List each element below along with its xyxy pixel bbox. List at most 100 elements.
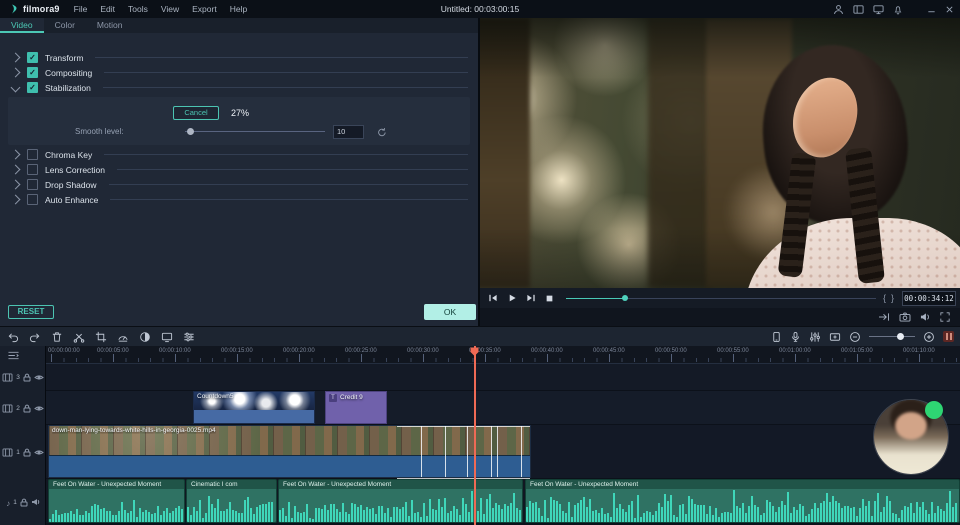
fit-timeline-button[interactable] bbox=[943, 331, 954, 342]
play-button[interactable] bbox=[507, 293, 517, 303]
next-frame-button[interactable] bbox=[526, 293, 536, 303]
chevron-right-icon[interactable] bbox=[11, 53, 21, 63]
smooth-level-value[interactable]: 10 bbox=[333, 125, 364, 139]
visibility-icon[interactable] bbox=[34, 374, 44, 381]
tab-video[interactable]: Video bbox=[0, 18, 44, 33]
lock-icon[interactable] bbox=[23, 373, 31, 382]
divider-line bbox=[109, 184, 468, 185]
tracks-area[interactable]: Countdown5 T Credit 9 down-man-lying-tow… bbox=[46, 364, 960, 525]
effect-row-lens-correction[interactable]: Lens Correction bbox=[0, 162, 478, 177]
lock-icon[interactable] bbox=[20, 498, 28, 507]
add-marker-icon[interactable] bbox=[829, 331, 841, 343]
timeline-zoom-slider[interactable] bbox=[869, 332, 915, 341]
menu-export[interactable]: Export bbox=[192, 4, 217, 14]
chevron-right-icon[interactable] bbox=[11, 165, 21, 175]
timeline-ruler[interactable]: 00:00:00:0000:00:05:0000:00:10:0000:00:1… bbox=[46, 346, 960, 364]
delete-icon[interactable] bbox=[51, 331, 63, 343]
clip-audio-4[interactable]: Feet On Water - Unexpected Moment bbox=[525, 479, 960, 523]
color-icon[interactable] bbox=[139, 331, 151, 343]
reset-value-icon[interactable] bbox=[377, 127, 387, 137]
effect-row-auto-enhance[interactable]: Auto Enhance bbox=[0, 192, 478, 207]
speed-icon[interactable] bbox=[117, 331, 129, 343]
mixer-icon[interactable] bbox=[809, 331, 821, 343]
mute-icon[interactable] bbox=[31, 498, 40, 506]
smooth-level-slider[interactable] bbox=[185, 127, 325, 136]
close-icon[interactable] bbox=[945, 5, 954, 14]
effect-checkbox[interactable] bbox=[27, 194, 38, 205]
timeline: 321♪1 00:00:00:0000:00:05:0000:00:10:000… bbox=[0, 346, 960, 525]
slider-handle[interactable] bbox=[187, 128, 194, 135]
tab-motion[interactable]: Motion bbox=[86, 18, 134, 33]
zoom-out-icon[interactable] bbox=[849, 331, 861, 343]
visibility-icon[interactable] bbox=[34, 449, 44, 456]
chevron-right-icon[interactable] bbox=[11, 180, 21, 190]
bell-icon[interactable] bbox=[893, 4, 903, 15]
lock-icon[interactable] bbox=[23, 448, 31, 457]
effect-row-drop-shadow[interactable]: Drop Shadow bbox=[0, 177, 478, 192]
chevron-right-icon[interactable] bbox=[11, 68, 21, 78]
volume-icon[interactable] bbox=[920, 312, 931, 322]
edit-properties-icon[interactable] bbox=[183, 331, 195, 343]
mark-in-icon[interactable]: { bbox=[883, 293, 886, 303]
visibility-icon[interactable] bbox=[34, 405, 44, 412]
cancel-button[interactable]: Cancel bbox=[173, 106, 219, 120]
stop-button[interactable] bbox=[545, 294, 554, 303]
mic-icon[interactable] bbox=[790, 331, 801, 343]
titlebar: filmora9 FileEditToolsViewExportHelp Unt… bbox=[0, 0, 960, 18]
menu-file[interactable]: File bbox=[74, 4, 88, 14]
mark-out-icon[interactable]: } bbox=[891, 293, 894, 303]
track-lane-video2[interactable] bbox=[46, 391, 960, 424]
ok-button[interactable]: OK bbox=[424, 304, 476, 320]
progress-knob[interactable] bbox=[622, 295, 628, 301]
account-icon[interactable] bbox=[833, 4, 844, 15]
clip-audio-2[interactable]: Cinematic I com bbox=[186, 479, 277, 523]
manage-tracks-icon[interactable] bbox=[7, 350, 20, 361]
menu-edit[interactable]: Edit bbox=[100, 4, 115, 14]
layout-icon[interactable] bbox=[853, 4, 864, 15]
split-scissors-icon[interactable] bbox=[73, 331, 85, 343]
menu-view[interactable]: View bbox=[161, 4, 179, 14]
effect-checkbox[interactable]: ✓ bbox=[27, 82, 38, 93]
effect-checkbox[interactable] bbox=[27, 149, 38, 160]
clip-main-video[interactable]: down-man-lying-towards-white-hills-in-ge… bbox=[48, 425, 531, 478]
reset-button[interactable]: RESET bbox=[8, 305, 54, 319]
effect-row-stabilization[interactable]: ✓Stabilization bbox=[0, 80, 478, 95]
chevron-right-icon[interactable] bbox=[11, 150, 21, 160]
clip-countdown[interactable]: Countdown5 bbox=[193, 391, 315, 424]
playback-progress-bar[interactable] bbox=[566, 294, 876, 303]
clip-audio-1[interactable]: Feet On Water - Unexpected Moment bbox=[48, 479, 185, 523]
preview-video-frame bbox=[480, 18, 960, 288]
clip-audio-3[interactable]: Feet On Water - Unexpected Moment bbox=[278, 479, 523, 523]
menu-help[interactable]: Help bbox=[230, 4, 247, 14]
greenscreen-icon[interactable] bbox=[161, 331, 173, 343]
previous-frame-button[interactable] bbox=[488, 293, 498, 303]
zoom-in-icon[interactable] bbox=[923, 331, 935, 343]
effect-row-compositing[interactable]: ✓Compositing bbox=[0, 65, 478, 80]
export-screen-icon[interactable] bbox=[873, 4, 884, 15]
minimize-icon[interactable] bbox=[927, 5, 936, 14]
stabilization-panel: Cancel 27% Smooth level: 10 bbox=[8, 97, 470, 145]
effect-checkbox[interactable] bbox=[27, 179, 38, 190]
export-frame-icon[interactable] bbox=[878, 312, 890, 322]
zoom-slider-handle[interactable] bbox=[897, 333, 904, 340]
undo-icon[interactable] bbox=[7, 331, 19, 343]
playhead-handle[interactable] bbox=[469, 347, 480, 357]
chevron-right-icon[interactable] bbox=[11, 195, 21, 205]
device-icon[interactable] bbox=[771, 331, 782, 343]
effect-row-transform[interactable]: ✓Transform bbox=[0, 50, 478, 65]
playhead[interactable] bbox=[474, 346, 476, 525]
crop-icon[interactable] bbox=[95, 331, 107, 343]
effect-checkbox[interactable] bbox=[27, 164, 38, 175]
redo-icon[interactable] bbox=[29, 331, 41, 343]
clip-credit-title[interactable]: T Credit 9 bbox=[325, 391, 387, 424]
effect-checkbox[interactable]: ✓ bbox=[27, 67, 38, 78]
effect-row-chroma-key[interactable]: Chroma Key bbox=[0, 147, 478, 162]
lock-icon[interactable] bbox=[23, 404, 31, 413]
chevron-down-icon[interactable] bbox=[11, 83, 21, 93]
menu-tools[interactable]: Tools bbox=[128, 4, 148, 14]
track-lane-video3[interactable] bbox=[46, 364, 960, 390]
effect-checkbox[interactable]: ✓ bbox=[27, 52, 38, 63]
snapshot-icon[interactable] bbox=[899, 312, 911, 322]
tab-color[interactable]: Color bbox=[44, 18, 86, 33]
fullscreen-icon[interactable] bbox=[940, 312, 950, 322]
